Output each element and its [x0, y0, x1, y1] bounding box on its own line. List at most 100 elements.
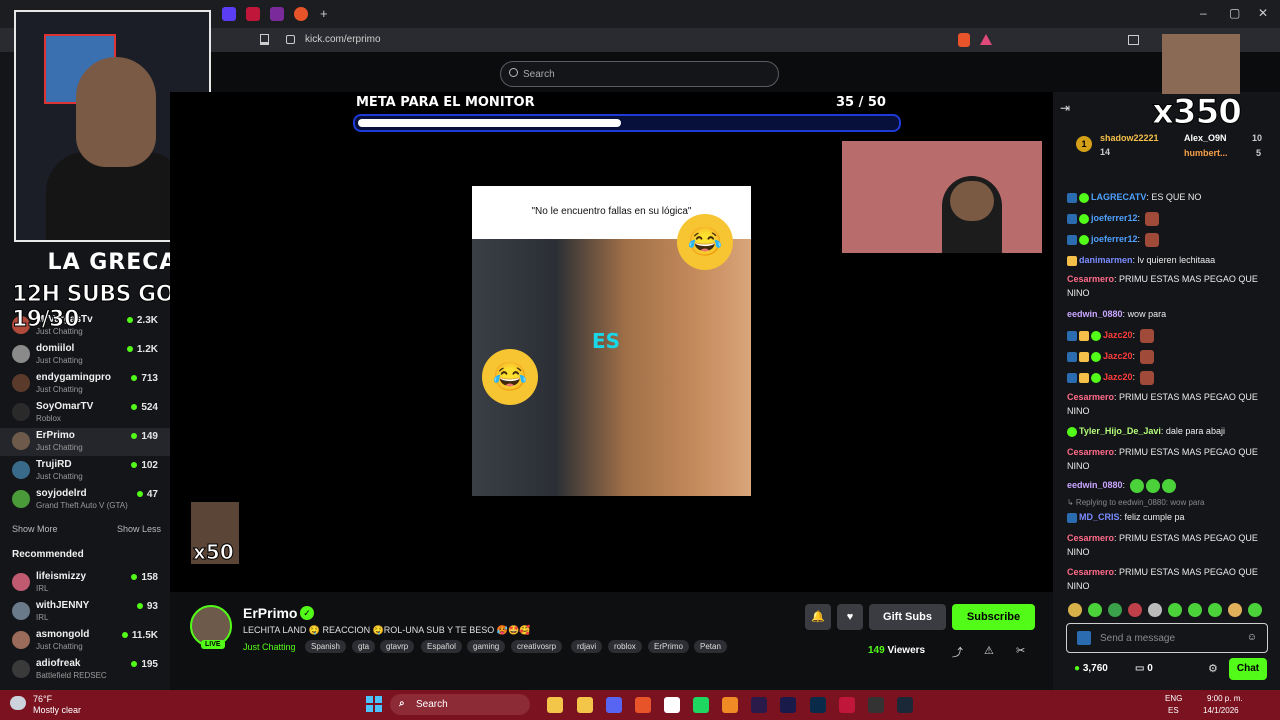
sidebar-channel-item[interactable]: soyjodelrd Grand Theft Auto V (GTA) 47 — [0, 486, 170, 514]
follow-heart-button[interactable]: ♥ — [837, 604, 863, 630]
clip-icon[interactable]: ✂ — [1016, 644, 1025, 657]
stream-tag[interactable]: roblox — [608, 640, 642, 653]
clock-date[interactable]: 14/1/2026 — [1203, 706, 1239, 715]
weather-description[interactable]: Mostly clear — [33, 705, 81, 715]
sidebar-channel-item[interactable]: adiofreak Battlefield REDSEC 195 — [0, 656, 170, 684]
quick-emote-icon[interactable] — [1168, 603, 1182, 617]
sidebar-channel-item[interactable]: asmongold Just Chatting 11.5K — [0, 627, 170, 655]
youtube-icon[interactable] — [839, 697, 855, 713]
keyboard-layout-indicator[interactable]: ES — [1168, 706, 1179, 715]
chat-username[interactable]: Cesarmero — [1067, 392, 1114, 402]
tab-icon[interactable] — [270, 7, 284, 21]
chat-username[interactable]: Jazc20 — [1103, 372, 1133, 382]
collapse-chat-icon[interactable]: ⇥ — [1060, 101, 1070, 115]
secondary-points[interactable]: ▭ 0 — [1135, 663, 1153, 674]
discord-icon[interactable] — [606, 697, 622, 713]
emoji-icon[interactable]: ☺ — [1247, 632, 1257, 643]
chat-username[interactable]: MD_CRIS — [1079, 512, 1120, 522]
stream-tag[interactable]: ErPrimo — [648, 640, 689, 653]
chat-username[interactable]: Cesarmero — [1067, 447, 1114, 457]
sidebar-channel-item[interactable]: SoyOmarTV Roblox 524 — [0, 399, 170, 427]
stream-tag[interactable]: gtavrp — [380, 640, 415, 653]
quick-emote-icon[interactable] — [1228, 603, 1242, 617]
chat-username[interactable]: Cesarmero — [1067, 533, 1114, 543]
chat-username[interactable]: Cesarmero — [1067, 567, 1114, 577]
sidebar-channel-item[interactable]: ErPrimo Just Chatting 149 — [0, 428, 170, 456]
tab-icon[interactable] — [222, 7, 236, 21]
channel-points[interactable]: ● 3,760 — [1074, 663, 1108, 674]
tab-icon[interactable] — [246, 7, 260, 21]
sidebar-toggle-icon[interactable] — [1128, 35, 1139, 45]
show-more-link[interactable]: Show More — [12, 524, 58, 534]
clock-time[interactable]: 9:00 p. m. — [1207, 694, 1243, 703]
quick-emote-icon[interactable] — [1208, 603, 1222, 617]
quick-emote-icon[interactable] — [1108, 603, 1122, 617]
chat-username[interactable]: eedwin_0880 — [1067, 309, 1123, 319]
files-icon[interactable] — [577, 697, 593, 713]
close-button[interactable]: ✕ — [1258, 6, 1268, 20]
chat-username[interactable]: Tyler_Hijo_De_Javi — [1079, 426, 1161, 436]
chat-message-input[interactable]: Send a message ☺ — [1066, 623, 1268, 653]
chat-username[interactable]: danimarmen — [1079, 255, 1133, 265]
tab-icon[interactable] — [294, 7, 308, 21]
channel-name[interactable]: ErPrimo — [243, 605, 297, 621]
sidebar-channel-item[interactable]: endygamingpro Just Chatting 713 — [0, 370, 170, 398]
chat-settings-icon[interactable]: ⚙ — [1208, 662, 1218, 675]
stream-tag[interactable]: rdjavi — [571, 640, 603, 653]
chat-username[interactable]: joeferrer12 — [1091, 234, 1138, 244]
stream-tag[interactable]: creativosrp — [511, 640, 563, 653]
sidebar-channel-item[interactable]: domiilol Just Chatting 1.2K — [0, 341, 170, 369]
terminal-icon[interactable] — [868, 697, 884, 713]
stream-tag[interactable]: Español — [421, 640, 462, 653]
chat-username[interactable]: joeferrer12 — [1091, 213, 1138, 223]
share-icon[interactable]: ⤴ — [952, 644, 963, 660]
weather-temperature[interactable]: 76°F — [33, 694, 52, 704]
notification-bell-button[interactable]: 🔔 — [805, 604, 831, 630]
quick-emote-icon[interactable] — [1148, 603, 1162, 617]
chat-username[interactable]: eedwin_0880 — [1067, 480, 1123, 490]
stream-tag[interactable]: Spanish — [305, 640, 346, 653]
chat-send-button[interactable]: Chat — [1229, 658, 1267, 680]
maximize-button[interactable]: ▢ — [1229, 6, 1240, 20]
site-settings-icon[interactable] — [286, 35, 295, 44]
steam-icon[interactable] — [897, 697, 913, 713]
taskbar-search[interactable]: ⌕ Search — [390, 694, 530, 715]
stream-tag[interactable]: Petan — [694, 640, 727, 653]
search-input[interactable]: Search — [500, 61, 779, 87]
new-tab-button[interactable]: + — [320, 6, 328, 21]
vlc-icon[interactable] — [722, 697, 738, 713]
stream-category[interactable]: Just Chatting — [243, 642, 296, 652]
quick-emote-icon[interactable] — [1088, 603, 1102, 617]
quick-emote-icon[interactable] — [1188, 603, 1202, 617]
show-less-link[interactable]: Show Less — [117, 524, 161, 534]
brave-shield-icon[interactable] — [958, 33, 970, 47]
weather-icon[interactable] — [10, 696, 26, 710]
start-button[interactable] — [366, 696, 382, 712]
chat-username[interactable]: LAGRECATV — [1091, 192, 1146, 202]
stream-tag[interactable]: gta — [352, 640, 376, 653]
quick-emote-icon[interactable] — [1248, 603, 1262, 617]
sidebar-channel-item[interactable]: withJENNY IRL 93 — [0, 598, 170, 626]
minimize-button[interactable]: – — [1200, 6, 1207, 20]
sidebar-channel-item[interactable]: lifeismizzy IRL 158 — [0, 569, 170, 597]
url-text[interactable]: kick.com/erprimo — [305, 34, 381, 45]
bookmark-icon[interactable] — [260, 34, 269, 45]
chat-username[interactable]: Cesarmero — [1067, 274, 1114, 284]
emote-picker-icon[interactable] — [1077, 631, 1091, 645]
language-indicator[interactable]: ENG — [1165, 694, 1182, 703]
rewards-icon[interactable] — [980, 34, 992, 45]
stream-tag[interactable]: gaming — [467, 640, 506, 653]
quick-emote-icon[interactable] — [1068, 603, 1082, 617]
spotify-icon[interactable] — [693, 697, 709, 713]
quick-emote-icon[interactable] — [1128, 603, 1142, 617]
subscribe-button[interactable]: Subscribe — [952, 604, 1035, 630]
aftereffects-icon[interactable] — [780, 697, 796, 713]
premiere-icon[interactable] — [751, 697, 767, 713]
github-icon[interactable] — [664, 697, 680, 713]
chat-username[interactable]: Jazc20 — [1103, 351, 1133, 361]
file-explorer-icon[interactable] — [547, 697, 563, 713]
report-icon[interactable]: ⚠ — [984, 644, 994, 657]
gift-subs-button[interactable]: Gift Subs — [869, 604, 946, 630]
photoshop-icon[interactable] — [810, 697, 826, 713]
sidebar-channel-item[interactable]: TrujiRD Just Chatting 102 — [0, 457, 170, 485]
